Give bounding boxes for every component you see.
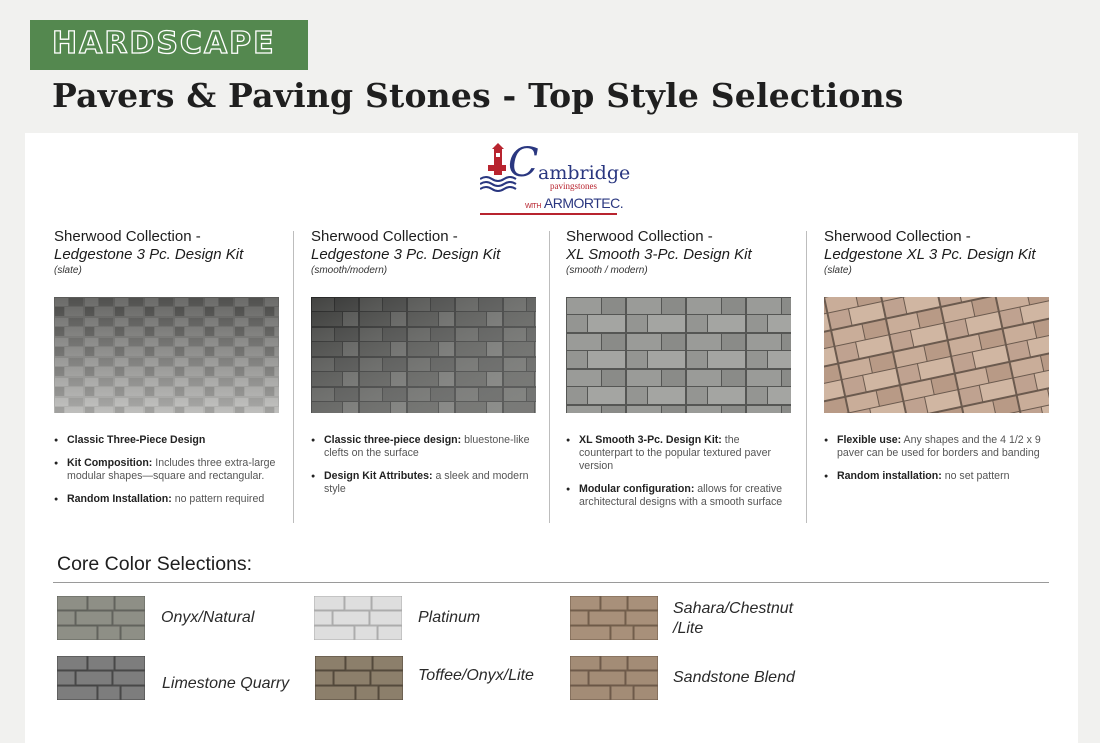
column-divider [549,231,550,523]
swatch-toffee-onyx [315,656,403,700]
swatch-sahara-chestnut [570,596,658,640]
feature-item: Kit Composition: Includes three extra-la… [54,457,279,483]
logo-sub: pavingstones [550,181,597,191]
logo-with: WITH [525,203,541,210]
collection-subtitle: Ledgestone 3 Pc. Design Kit [54,246,244,263]
color-label: Platinum [418,609,481,626]
feature-item: Design Kit Attributes: a sleek and moder… [311,470,536,496]
collection-column: Sherwood Collection - Ledgestone XL 3 Pc… [824,228,1064,483]
column-divider [806,231,807,523]
feature-item: Classic Three-Piece Design [54,434,279,447]
page-title: Pavers & Paving Stones - Top Style Selec… [52,76,904,115]
collection-title: Sherwood Collection - [54,228,201,245]
cambridge-logo: C ambridge pavingstones WITH ARMORTEC. [480,138,630,218]
feature-list: Classic Three-Piece Design Kit Compositi… [54,434,279,516]
collection-column: Sherwood Collection - XL Smooth 3-Pc. De… [566,228,806,508]
column-divider [293,231,294,523]
color-label: Limestone Quarry [162,675,290,692]
feature-item: Random Installation: no pattern required [54,493,279,506]
color-label: Onyx/Natural [161,609,255,626]
collection-note: (slate) [54,265,82,276]
collection-subtitle: Ledgestone XL 3 Pc. Design Kit [824,246,1036,263]
collection-note: (slate) [824,265,852,276]
logo-armor-text: ARMORTEC. [543,195,624,211]
paver-xl-slate-image [824,297,1049,413]
collection-column: Sherwood Collection - Ledgestone 3 Pc. D… [311,228,551,495]
swatch-onyx-natural [57,596,145,640]
content-panel: C ambridge pavingstones WITH ARMORTEC. Sh… [25,133,1078,743]
collection-subtitle: Ledgestone 3 Pc. Design Kit [311,246,501,263]
feature-item: Modular configuration: allows for creati… [566,483,791,509]
feature-item: XL Smooth 3-Pc. Design Kit: the counterp… [566,434,791,473]
paver-xl-smooth-image [566,297,791,413]
hardscape-banner: HARDSCAPE [30,20,308,70]
feature-item: Classic three-piece design: bluestone-li… [311,434,536,460]
collection-note: (smooth / modern) [566,265,648,276]
swatch-limestone-quarry [57,656,145,700]
core-colors-heading: Core Color Selections: [57,553,253,575]
collection-subtitle: XL Smooth 3-Pc. Design Kit [566,246,752,263]
core-colors-divider [53,582,1049,583]
swatch-platinum [314,596,402,640]
logo-initial: C [508,140,539,186]
paver-smooth-image [311,297,536,413]
collection-title: Sherwood Collection - [824,228,971,245]
collection-column: Sherwood Collection - Ledgestone 3 Pc. D… [54,228,294,506]
feature-item: Flexible use: Any shapes and the 4 1/2 x… [824,434,1049,460]
feature-list: XL Smooth 3-Pc. Design Kit: the counterp… [566,434,791,519]
feature-list: Flexible use: Any shapes and the 4 1/2 x… [824,434,1049,493]
banner-label: HARDSCAPE [51,25,276,61]
collection-note: (smooth/modern) [311,265,388,276]
color-label: Toffee/Onyx/Lite [418,667,534,684]
swatch-sandstone-blend [570,656,658,700]
paver-slate-image [54,297,279,413]
feature-list: Classic three-piece design: bluestone-li… [311,434,536,506]
collection-title: Sherwood Collection - [566,228,713,245]
color-label: Sandstone Blend [673,669,795,686]
collection-title: Sherwood Collection - [311,228,458,245]
logo-underline [480,213,617,215]
color-label: Sahara/Chestnut /Lite [673,600,794,637]
logo-armortec: WITH ARMORTEC. [525,195,624,211]
feature-item: Random installation: no set pattern [824,470,1049,483]
